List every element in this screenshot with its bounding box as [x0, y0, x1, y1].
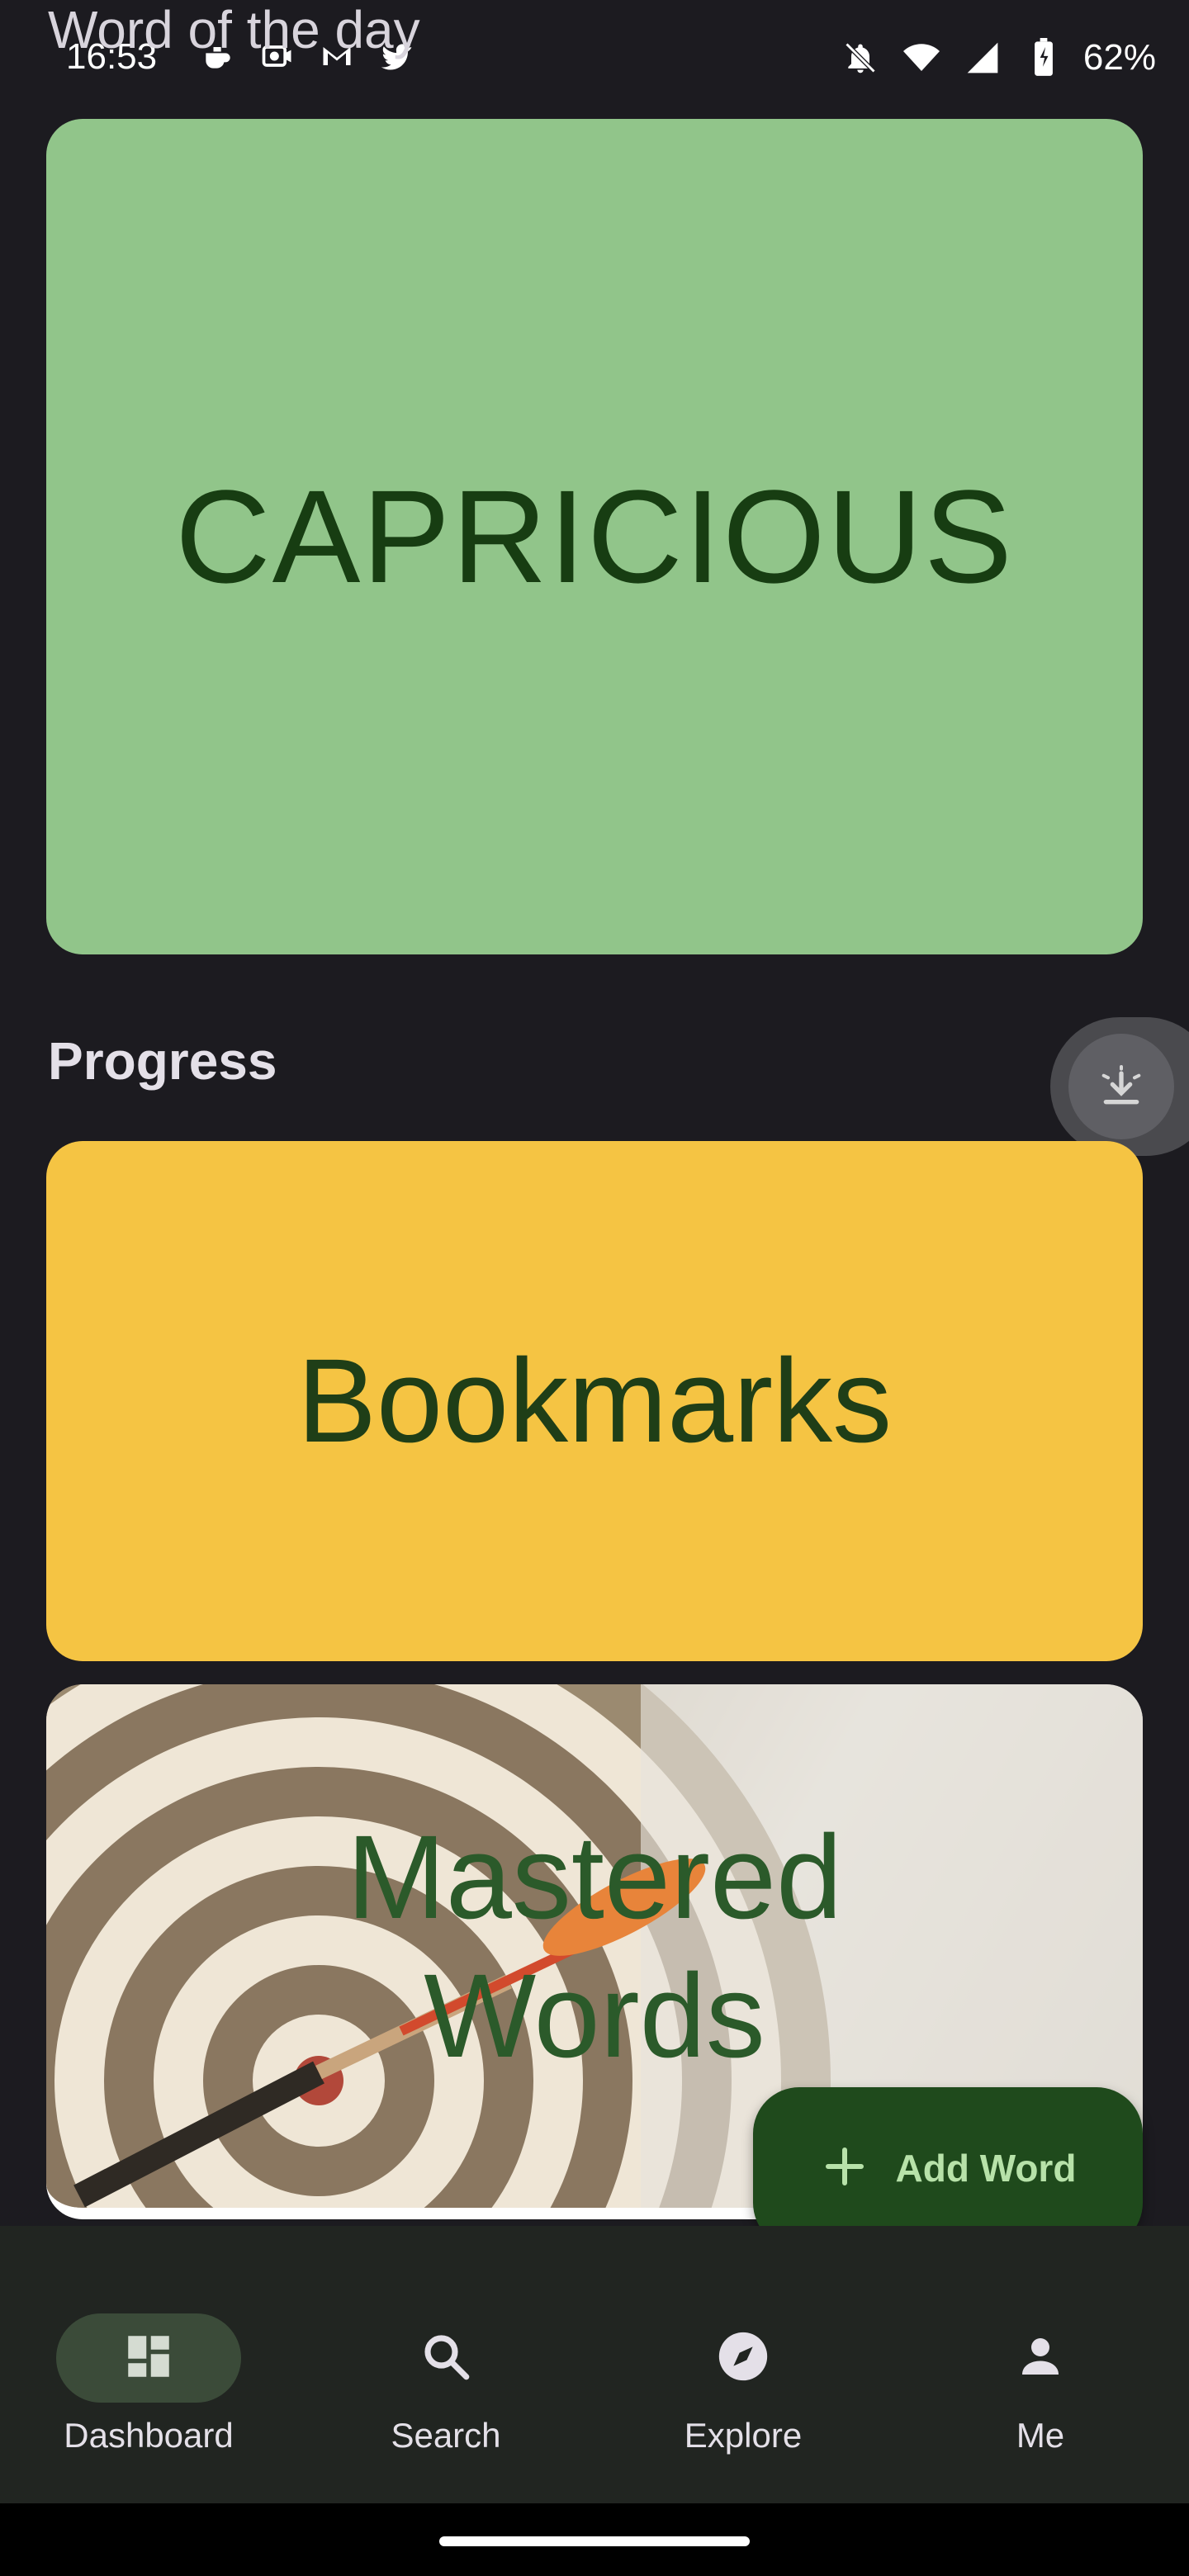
mastered-words-line-2: Words — [424, 1949, 765, 2082]
compass-icon — [714, 2327, 772, 2389]
nav-icon-container — [353, 2313, 538, 2403]
nav-label-search: Search — [391, 2416, 501, 2455]
add-word-button[interactable]: Add Word — [753, 2087, 1143, 2249]
nav-item-me[interactable]: Me — [892, 2226, 1189, 2503]
nav-label-explore: Explore — [684, 2416, 803, 2455]
bottom-navigation: Dashboard Search Explore Me — [0, 2226, 1189, 2503]
plus-icon — [820, 2142, 869, 2195]
word-of-day-word: CAPRICIOUS — [175, 462, 1014, 610]
mastered-words-label: Mastered Words — [46, 1808, 1143, 2086]
nav-label-me: Me — [1016, 2416, 1065, 2455]
nav-icon-container — [651, 2313, 836, 2403]
word-of-day-card[interactable]: CAPRICIOUS — [46, 119, 1143, 954]
battery-percentage: 62% — [1082, 37, 1156, 78]
dashboard-icon — [121, 2329, 176, 2388]
bookmarks-card[interactable]: Bookmarks — [46, 1141, 1143, 1661]
mastered-words-line-1: Mastered — [346, 1811, 843, 1944]
download-icon[interactable] — [1068, 1034, 1174, 1139]
nav-active-indicator — [56, 2313, 241, 2403]
wifi-icon — [900, 36, 943, 79]
word-of-day-title: Word of the day — [48, 0, 420, 59]
nav-item-explore[interactable]: Explore — [594, 2226, 892, 2503]
nav-item-dashboard[interactable]: Dashboard — [0, 2226, 297, 2503]
system-icons: 62% — [839, 36, 1156, 79]
nav-label-dashboard: Dashboard — [64, 2416, 234, 2455]
progress-title: Progress — [48, 1031, 277, 1091]
signal-icon — [961, 36, 1004, 79]
silent-bell-icon — [839, 36, 882, 79]
battery-charging-icon — [1022, 36, 1065, 79]
bookmarks-label: Bookmarks — [296, 1334, 893, 1467]
nav-item-search[interactable]: Search — [297, 2226, 594, 2503]
gesture-handle[interactable] — [439, 2536, 750, 2546]
nav-icon-container — [948, 2313, 1133, 2403]
floating-assistant-pill[interactable] — [1050, 1017, 1189, 1156]
search-icon — [419, 2329, 473, 2388]
person-icon — [1013, 2329, 1068, 2388]
add-word-label: Add Word — [895, 2147, 1077, 2190]
